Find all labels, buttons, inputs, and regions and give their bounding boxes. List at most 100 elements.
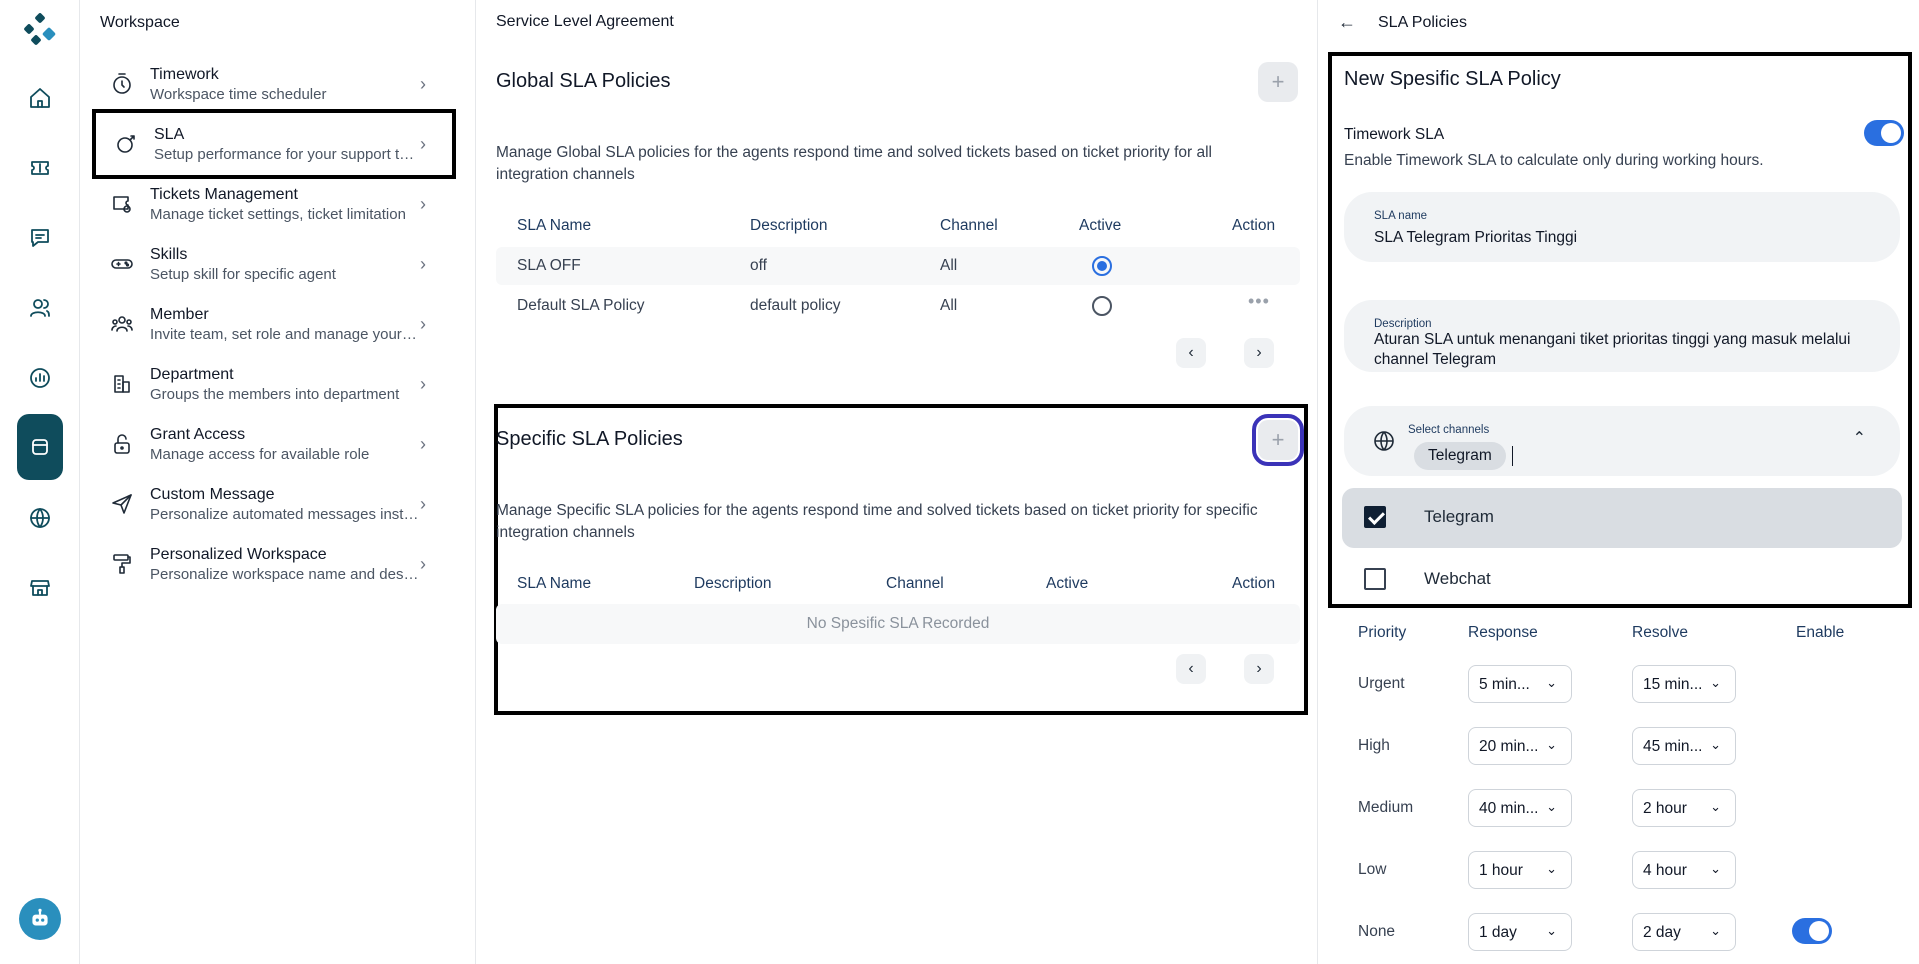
chevron-down-icon: ⌄ [1710, 799, 1721, 814]
col-active: Active [1079, 217, 1122, 234]
menu-item-skills[interactable]: Skills Setup skill for specific agent › [92, 236, 452, 292]
col-active: Active [1046, 575, 1089, 592]
chevron-down-icon: ⌄ [1546, 923, 1557, 938]
select-value: 1 day [1479, 924, 1517, 941]
chevron-down-icon: ⌄ [1710, 923, 1721, 938]
channels-select[interactable]: Select channels Telegram ⌃ [1344, 406, 1900, 476]
menu-item-subtitle: Manage ticket settings, ticket limitatio… [150, 205, 406, 223]
col-action: Action [1232, 575, 1276, 592]
medium-resolve-select[interactable]: 2 hour ⌄ [1632, 789, 1736, 827]
sla-name-cell: Default SLA Policy [517, 297, 645, 314]
select-value: 20 min... [1479, 738, 1539, 755]
col-resolve: Resolve [1632, 624, 1688, 641]
gamepad-icon [110, 252, 134, 276]
none-enable-toggle[interactable] [1792, 918, 1832, 944]
col-response: Response [1468, 624, 1538, 641]
col-description: Description [694, 575, 772, 592]
channel-cell: All [940, 297, 958, 314]
channel-option-webchat[interactable]: Webchat [1342, 550, 1902, 604]
next-page-button[interactable]: › [1244, 338, 1274, 368]
chevron-up-icon[interactable]: ⌃ [1853, 428, 1866, 448]
prev-page-button[interactable]: ‹ [1176, 654, 1206, 684]
low-response-select[interactable]: 1 hour ⌄ [1468, 851, 1572, 889]
table-row[interactable]: SLA OFF off All [496, 247, 1300, 285]
next-page-button[interactable]: › [1244, 654, 1274, 684]
menu-item-title: Tickets Management [150, 185, 298, 203]
priority-none-label: None [1358, 923, 1396, 940]
menu-item-title: Member [150, 305, 209, 323]
chevron-down-icon: ⌄ [1546, 737, 1557, 752]
timework-sla-toggle[interactable] [1864, 120, 1904, 146]
col-channel: Channel [886, 575, 944, 592]
add-global-sla-button[interactable]: + [1258, 62, 1298, 102]
menu-item-member[interactable]: Member Invite team, set role and manage y… [92, 296, 452, 352]
urgent-resolve-select[interactable]: 15 min... ⌄ [1632, 665, 1736, 703]
global-sla-description: Manage Global SLA policies for the agent… [496, 144, 1212, 183]
urgent-response-select[interactable]: 5 min... ⌄ [1468, 665, 1572, 703]
sla-name-field[interactable]: SLA name SLA Telegram Prioritas Tinggi [1344, 192, 1900, 262]
menu-item-timework[interactable]: Timework Workspace time scheduler › [92, 56, 452, 112]
add-specific-sla-button[interactable]: + [1252, 414, 1304, 466]
chevron-right-icon: › [420, 433, 426, 454]
description-field[interactable]: Description Aturan SLA untuk menangani t… [1344, 300, 1900, 372]
sla-name-input[interactable]: SLA Telegram Prioritas Tinggi [1374, 228, 1870, 248]
more-actions-icon[interactable]: ••• [1248, 291, 1270, 312]
col-enable: Enable [1796, 624, 1845, 641]
low-resolve-select[interactable]: 4 hour ⌄ [1632, 851, 1736, 889]
menu-item-custom-message[interactable]: Custom Message Personalize automated mess… [92, 476, 452, 532]
report-icon[interactable] [20, 358, 60, 398]
stopwatch-icon [110, 72, 134, 96]
menu-item-subtitle: Personalize workspace name and design [150, 565, 420, 583]
high-response-select[interactable]: 20 min... ⌄ [1468, 727, 1572, 765]
medium-response-select[interactable]: 40 min... ⌄ [1468, 789, 1572, 827]
menu-title: Workspace [100, 14, 180, 31]
active-radio[interactable] [1092, 296, 1112, 316]
select-value: 4 hour [1643, 862, 1687, 879]
globe-icon[interactable] [20, 498, 60, 538]
back-arrow-icon[interactable]: ← [1338, 12, 1356, 33]
checkbox[interactable] [1364, 506, 1386, 528]
settings-icon[interactable] [17, 414, 63, 480]
description-input[interactable]: Aturan SLA untuk menangani tiket priorit… [1374, 330, 1870, 370]
checkbox[interactable] [1364, 568, 1386, 590]
menu-item-title: Skills [150, 245, 188, 263]
menu-item-personalized-workspace[interactable]: Personalized Workspace Personalize worksp… [92, 536, 452, 592]
active-radio[interactable] [1092, 256, 1112, 276]
timework-sla-description: Enable Timework SLA to calculate only du… [1344, 152, 1764, 169]
priority-medium-label: Medium [1358, 799, 1414, 816]
none-response-select[interactable]: 1 day ⌄ [1468, 913, 1572, 951]
lock-icon [110, 432, 134, 456]
prev-page-button[interactable]: ‹ [1176, 338, 1206, 368]
select-value: 2 day [1643, 924, 1681, 941]
none-resolve-select[interactable]: 2 day ⌄ [1632, 913, 1736, 951]
home-icon[interactable] [20, 78, 60, 118]
menu-item-department[interactable]: Department Groups the members into depart… [92, 356, 452, 412]
empty-state: No Spesific SLA Recorded [496, 604, 1300, 644]
col-description: Description [750, 217, 828, 234]
channel-cell: All [940, 257, 958, 274]
menu-item-title: Custom Message [150, 485, 275, 503]
contacts-icon[interactable] [20, 288, 60, 328]
global-sla-title: Global SLA Policies [496, 70, 671, 92]
channel-option-telegram[interactable]: Telegram [1342, 488, 1902, 548]
ticket-icon[interactable] [20, 148, 60, 188]
menu-item-grant-access[interactable]: Grant Access Manage access for available … [92, 416, 452, 472]
channels-label: Select channels [1408, 424, 1490, 436]
table-row[interactable]: Default SLA Policy default policy All ••… [496, 287, 1300, 325]
bot-avatar[interactable] [19, 898, 61, 940]
channel-chip[interactable]: Telegram [1414, 442, 1506, 470]
timework-sla-label: Timework SLA [1344, 126, 1445, 143]
high-resolve-select[interactable]: 45 min... ⌄ [1632, 727, 1736, 765]
col-channel: Channel [940, 217, 998, 234]
chat-icon[interactable] [20, 218, 60, 258]
select-value: 2 hour [1643, 800, 1687, 817]
logo-icon[interactable] [22, 12, 58, 48]
menu-item-title: Personalized Workspace [150, 545, 327, 563]
menu-item-sla[interactable]: SLA Setup performance for your support te… [92, 109, 456, 179]
workspace-menu: Workspace Timework Workspace time schedul… [80, 0, 476, 964]
menu-item-tickets-management[interactable]: Tickets Management Manage ticket settings… [92, 176, 452, 232]
chevron-right-icon: › [420, 133, 426, 154]
select-value: 45 min... [1643, 738, 1703, 755]
option-label: Webchat [1424, 569, 1491, 588]
store-icon[interactable] [20, 568, 60, 608]
